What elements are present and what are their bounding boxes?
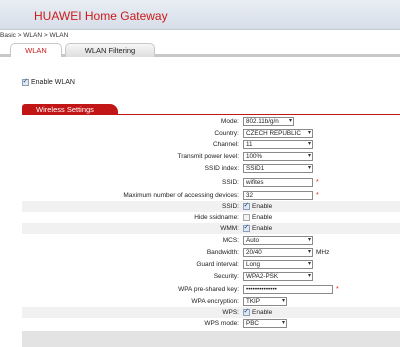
guard-interval-label: Guard interval: <box>196 260 239 268</box>
enable-wlan-row: Enable WLAN <box>22 77 75 86</box>
mode-label: Mode: <box>220 117 239 125</box>
chevron-down-icon: ▾ <box>307 164 311 171</box>
security-label: Security: <box>213 272 239 280</box>
row-tx-power: Transmit power level: 100% ▾ <box>22 151 400 162</box>
form-footer-bar <box>22 331 400 347</box>
app-title: HUAWEI Home Gateway <box>34 9 168 23</box>
tab-wlan-filtering[interactable]: WLAN Filtering <box>65 43 155 57</box>
section-divider <box>22 114 400 115</box>
chevron-down-icon: ▾ <box>307 152 311 159</box>
row-ssid-index: SSID index: SSID1 ▾ <box>22 163 400 174</box>
ssid-index-select[interactable]: SSID1 ▾ <box>243 163 313 173</box>
wpa-key-input[interactable]: •••••••••••••• <box>243 284 333 294</box>
bandwidth-select[interactable]: 20/40 ▾ <box>243 247 313 257</box>
wpa-encryption-value: TKIP <box>246 297 260 305</box>
bandwidth-unit: MHz <box>316 248 330 256</box>
ssid-input[interactable]: wifites <box>243 177 313 187</box>
country-label: Country: <box>214 129 239 137</box>
wps-text: Enable <box>252 308 273 316</box>
chevron-down-icon: ▾ <box>307 260 311 267</box>
guard-interval-select[interactable]: Long ▾ <box>243 259 313 269</box>
wps-mode-label: WPS mode: <box>204 319 239 327</box>
channel-select[interactable]: 11 ▾ <box>243 139 313 149</box>
mcs-select[interactable]: Auto ▾ <box>243 235 313 245</box>
hide-ssid-checkbox[interactable] <box>243 213 250 221</box>
chevron-down-icon: ▾ <box>307 129 311 137</box>
breadcrumb: Basic > WLAN > WLAN <box>0 32 69 39</box>
bandwidth-value: 20/40 <box>246 248 262 256</box>
hide-ssid-label: Hide ssidname: <box>194 213 239 221</box>
chevron-down-icon: ▾ <box>281 297 285 304</box>
ssid-label: SSID: <box>222 178 239 186</box>
ssid-enable-text: Enable <box>252 202 273 210</box>
guard-interval-value: Long <box>246 260 261 268</box>
wmm-label: WMM: <box>220 224 239 232</box>
chevron-down-icon: ▾ <box>307 272 311 279</box>
row-wps: WPS: Enable <box>22 307 400 318</box>
wmm-text: Enable <box>252 224 273 232</box>
row-ssid: SSID: wifites * <box>22 177 400 188</box>
bandwidth-label: Bandwidth: <box>206 248 239 256</box>
row-mode: Mode: 802.11b/g/n ▾ <box>22 116 400 127</box>
security-value: WPA2-PSK <box>246 272 279 280</box>
wpa-key-label: WPA pre-shared key: <box>178 285 239 293</box>
mcs-value: Auto <box>246 236 259 244</box>
channel-label: Channel: <box>212 140 239 148</box>
ssid-index-label: SSID index: <box>204 164 239 172</box>
wpa-encryption-select[interactable]: TKIP ▾ <box>243 296 287 306</box>
required-mark: * <box>316 178 319 186</box>
tx-power-value: 100% <box>246 152 263 160</box>
ssid-enable-checkbox[interactable] <box>243 201 250 210</box>
enable-wlan-checkbox[interactable] <box>22 77 29 86</box>
required-mark: * <box>316 191 319 199</box>
row-wmm: WMM: Enable <box>22 223 400 234</box>
row-wps-mode: WPS mode: PBC ▾ <box>22 318 400 329</box>
wps-checkbox[interactable] <box>243 307 250 316</box>
max-devices-input[interactable]: 32 <box>243 190 313 200</box>
security-select[interactable]: WPA2-PSK ▾ <box>243 271 313 281</box>
tab-bar: WLAN WLAN Filtering <box>0 43 400 57</box>
row-mcs: MCS: Auto ▾ <box>22 235 400 246</box>
chevron-down-icon: ▾ <box>307 236 311 243</box>
enable-wlan-label: Enable WLAN <box>31 79 75 86</box>
row-country: Country: CZECH REPUBLIC ▾ <box>22 128 400 139</box>
chevron-down-icon: ▾ <box>307 248 311 255</box>
country-select[interactable]: CZECH REPUBLIC ▾ <box>243 128 313 138</box>
header-bar: HUAWEI Home Gateway <box>0 0 400 30</box>
max-devices-label: Maximum number of accessing devices: <box>123 191 239 199</box>
required-mark: * <box>336 285 339 293</box>
tab-wlan[interactable]: WLAN <box>10 43 62 57</box>
row-ssid-enable: SSID: Enable <box>22 201 400 212</box>
row-bandwidth: Bandwidth: 20/40 ▾ MHz <box>22 247 400 258</box>
row-wpa-encryption: WPA encryption: TKIP ▾ <box>22 296 400 307</box>
channel-value: 11 <box>246 140 253 148</box>
tx-power-label: Transmit power level: <box>177 152 239 160</box>
mcs-label: MCS: <box>222 236 239 244</box>
row-hide-ssid: Hide ssidname: Enable <box>22 212 400 223</box>
wpa-encryption-label: WPA encryption: <box>191 297 239 305</box>
row-security: Security: WPA2-PSK ▾ <box>22 271 400 282</box>
chevron-down-icon: ▾ <box>307 140 311 147</box>
mode-select[interactable]: 802.11b/g/n ▾ <box>243 116 294 126</box>
chevron-down-icon: ▾ <box>281 319 285 326</box>
row-wpa-key: WPA pre-shared key: •••••••••••••• * <box>22 284 400 295</box>
chevron-down-icon: ▾ <box>288 117 292 124</box>
mode-value: 802.11b/g/n <box>246 117 279 125</box>
ssid-index-value: SSID1 <box>246 164 265 172</box>
wps-mode-value: PBC <box>246 319 259 327</box>
country-value: CZECH REPUBLIC <box>246 129 301 137</box>
row-guard-interval: Guard interval: Long ▾ <box>22 259 400 270</box>
row-channel: Channel: 11 ▾ <box>22 139 400 150</box>
row-max-devices: Maximum number of accessing devices: 32 … <box>22 190 400 201</box>
wmm-checkbox[interactable] <box>243 223 250 232</box>
wps-label: WPS: <box>222 308 239 316</box>
ssid-enable-label: SSID: <box>222 202 239 210</box>
tx-power-select[interactable]: 100% ▾ <box>243 151 313 161</box>
wps-mode-select[interactable]: PBC ▾ <box>243 318 287 328</box>
hide-ssid-text: Enable <box>252 213 273 221</box>
